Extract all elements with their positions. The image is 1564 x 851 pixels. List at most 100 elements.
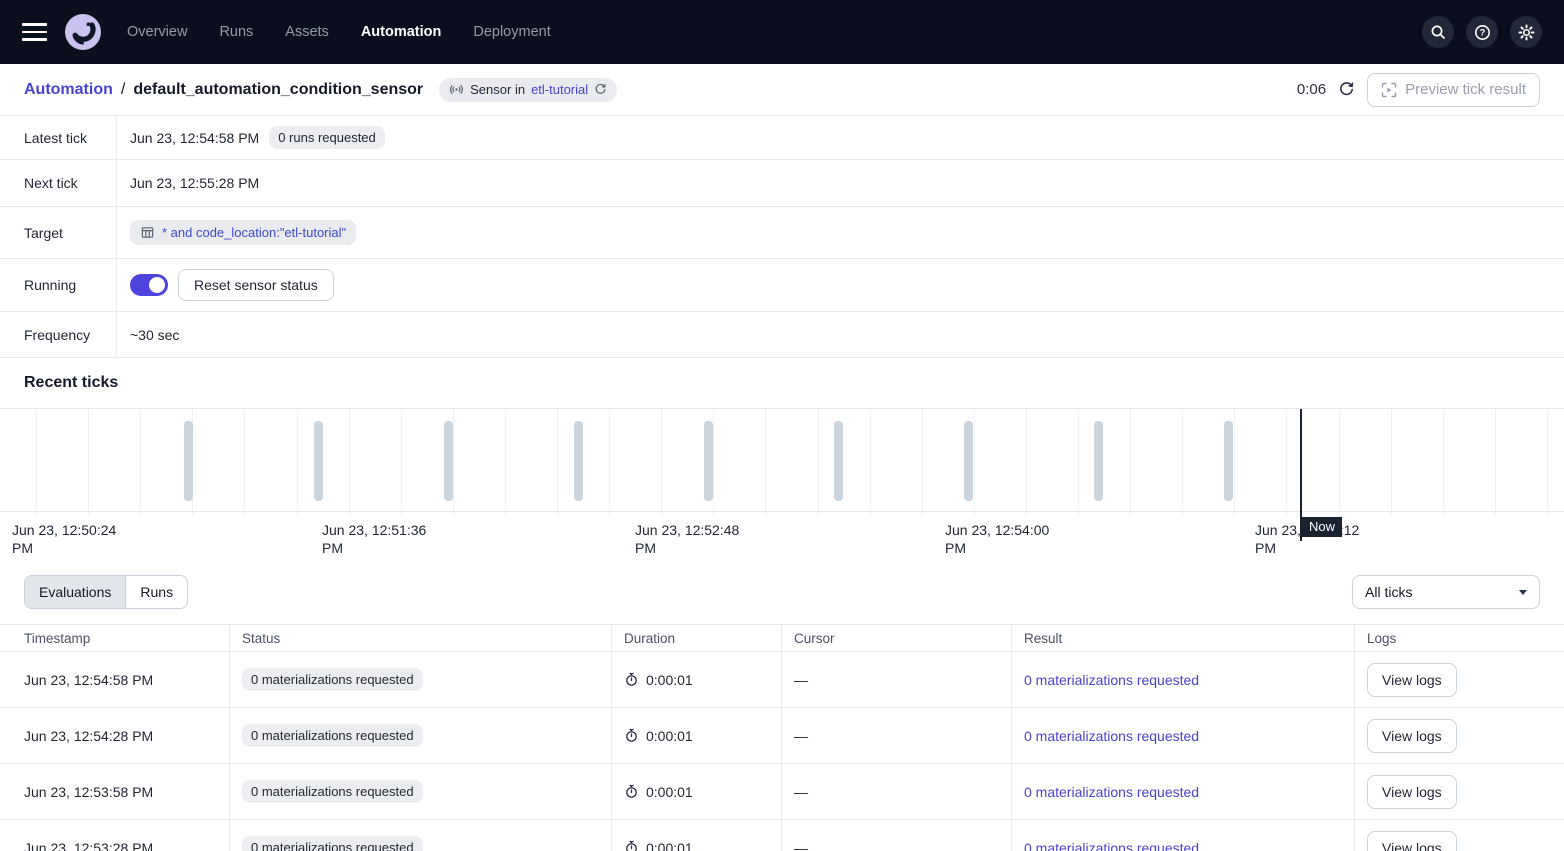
breadcrumb-automation-link[interactable]: Automation <box>24 81 113 99</box>
latest-tick-value: Jun 23, 12:54:58 PM <box>130 130 259 146</box>
timeline-gridline <box>661 409 662 516</box>
timeline-gridline <box>1391 409 1392 516</box>
app-window: Overview Runs Assets Automation Deployme… <box>0 0 1564 851</box>
timeline-axis-label: Jun 23, 12:54:00PM <box>945 521 1049 557</box>
nav-actions: ? <box>1422 16 1542 48</box>
cell-cursor: — <box>782 820 1012 851</box>
next-tick-row: Next tick Jun 23, 12:55:28 PM <box>0 160 1564 207</box>
timeline-gridline <box>713 409 714 516</box>
timeline-axis-label: Jun 23, 12:51:36PM <box>322 521 426 557</box>
code-location-link[interactable]: etl-tutorial <box>531 82 588 97</box>
tab-evaluations[interactable]: Evaluations <box>25 576 126 608</box>
timeline-axis-label: Jun 23, 12:52:48PM <box>635 521 739 557</box>
col-result: Result <box>1012 625 1355 651</box>
table-row: Jun 23, 12:54:58 PM 0 materializations r… <box>0 652 1564 708</box>
refresh-icon[interactable] <box>1338 81 1355 98</box>
tick-bar[interactable] <box>574 421 583 501</box>
timeline-axis-label: Jun 23, 12:50:24PM <box>12 521 116 557</box>
dagster-logo-icon[interactable] <box>65 14 101 50</box>
tabs-row: Evaluations Runs All ticks <box>0 560 1564 624</box>
target-selection-chip[interactable]: * and code_location:"etl-tutorial" <box>130 220 356 245</box>
table-row: Jun 23, 12:53:28 PM 0 materializations r… <box>0 820 1564 851</box>
nav-item-deployment[interactable]: Deployment <box>473 24 550 40</box>
settings-gear-icon[interactable] <box>1510 16 1542 48</box>
tick-bar[interactable] <box>314 421 323 501</box>
timeline-gridline <box>765 409 766 516</box>
target-row: Target * and code_location:"etl-tutorial… <box>0 207 1564 259</box>
nav-item-overview[interactable]: Overview <box>127 24 187 40</box>
running-row: Running Reset sensor status <box>0 259 1564 312</box>
status-badge: 0 materializations requested <box>242 836 423 851</box>
timeline-gridline <box>1182 409 1183 516</box>
top-nav: Overview Runs Assets Automation Deployme… <box>0 0 1564 64</box>
col-duration: Duration <box>612 625 782 651</box>
tick-bar[interactable] <box>964 421 973 501</box>
tick-bar[interactable] <box>1094 421 1103 501</box>
result-link[interactable]: 0 materializations requested <box>1024 784 1199 800</box>
target-selection-text: * and code_location:"etl-tutorial" <box>162 225 346 240</box>
tab-runs[interactable]: Runs <box>126 576 187 608</box>
result-link[interactable]: 0 materializations requested <box>1024 840 1199 851</box>
evaluations-table: Timestamp Status Duration Cursor Result … <box>0 624 1564 851</box>
toggle-knob <box>149 277 165 293</box>
view-logs-button[interactable]: View logs <box>1367 719 1457 753</box>
tick-bar[interactable] <box>184 421 193 501</box>
timeline-gridline <box>922 409 923 516</box>
timeline-gridline <box>244 409 245 516</box>
view-logs-button[interactable]: View logs <box>1367 775 1457 809</box>
timeline-gridline <box>1495 409 1496 516</box>
help-icon[interactable]: ? <box>1466 16 1498 48</box>
recent-ticks-heading: Recent ticks <box>0 358 1564 408</box>
timeline-gridline <box>1443 409 1444 516</box>
now-marker-badge: Now <box>1302 517 1342 537</box>
cell-duration: 0:00:01 <box>646 728 693 744</box>
tick-bar[interactable] <box>834 421 843 501</box>
tick-bar[interactable] <box>704 421 713 501</box>
timeline-gridline <box>1234 409 1235 516</box>
timeline-gridline <box>401 409 402 516</box>
view-logs-button[interactable]: View logs <box>1367 663 1457 697</box>
cell-timestamp: Jun 23, 12:54:58 PM <box>0 652 230 707</box>
result-link[interactable]: 0 materializations requested <box>1024 728 1199 744</box>
page-title: default_automation_condition_sensor <box>133 81 423 99</box>
cell-timestamp: Jun 23, 12:53:58 PM <box>0 764 230 819</box>
tick-filter-dropdown[interactable]: All ticks <box>1352 575 1540 609</box>
running-label: Running <box>0 259 117 311</box>
cell-timestamp: Jun 23, 12:54:28 PM <box>0 708 230 763</box>
nav-links: Overview Runs Assets Automation Deployme… <box>127 24 551 40</box>
col-cursor: Cursor <box>782 625 1012 651</box>
next-tick-label: Next tick <box>0 160 117 206</box>
sensor-details: Latest tick Jun 23, 12:54:58 PM 0 runs r… <box>0 116 1564 358</box>
latest-tick-label: Latest tick <box>0 116 117 159</box>
tick-bar[interactable] <box>444 421 453 501</box>
menu-icon[interactable] <box>22 23 47 41</box>
tick-bar[interactable] <box>1224 421 1233 501</box>
runs-requested-badge: 0 runs requested <box>269 126 385 149</box>
frequency-value: ~30 sec <box>130 327 179 343</box>
nav-item-automation[interactable]: Automation <box>361 24 442 40</box>
nav-item-assets[interactable]: Assets <box>285 24 329 40</box>
latest-tick-row: Latest tick Jun 23, 12:54:58 PM 0 runs r… <box>0 116 1564 160</box>
sensor-icon <box>449 82 464 97</box>
col-status: Status <box>230 625 612 651</box>
timeline-gridline <box>349 409 350 516</box>
sync-icon[interactable] <box>594 83 607 96</box>
reset-sensor-status-button[interactable]: Reset sensor status <box>178 269 334 301</box>
sensor-badge-text: Sensor in <box>470 82 525 97</box>
result-link[interactable]: 0 materializations requested <box>1024 672 1199 688</box>
cell-duration: 0:00:01 <box>646 840 693 851</box>
preview-tick-result-button[interactable]: Preview tick result <box>1367 73 1540 107</box>
search-icon[interactable] <box>1422 16 1454 48</box>
nav-item-runs[interactable]: Runs <box>219 24 253 40</box>
timeline-gridline <box>818 409 819 516</box>
cell-duration: 0:00:01 <box>646 672 693 688</box>
timeline-gridline <box>1026 409 1027 516</box>
running-toggle[interactable] <box>130 274 168 296</box>
col-timestamp: Timestamp <box>0 625 230 651</box>
stopwatch-icon <box>624 672 639 687</box>
timeline-gridline <box>1339 409 1340 516</box>
view-logs-button[interactable]: View logs <box>1367 831 1457 851</box>
timeline-gridline <box>140 409 141 516</box>
recent-ticks-timeline: Jun 23, 12:50:24PM Jun 23, 12:51:36PM Jun … <box>0 408 1564 560</box>
table-row: Jun 23, 12:53:58 PM 0 materializations r… <box>0 764 1564 820</box>
